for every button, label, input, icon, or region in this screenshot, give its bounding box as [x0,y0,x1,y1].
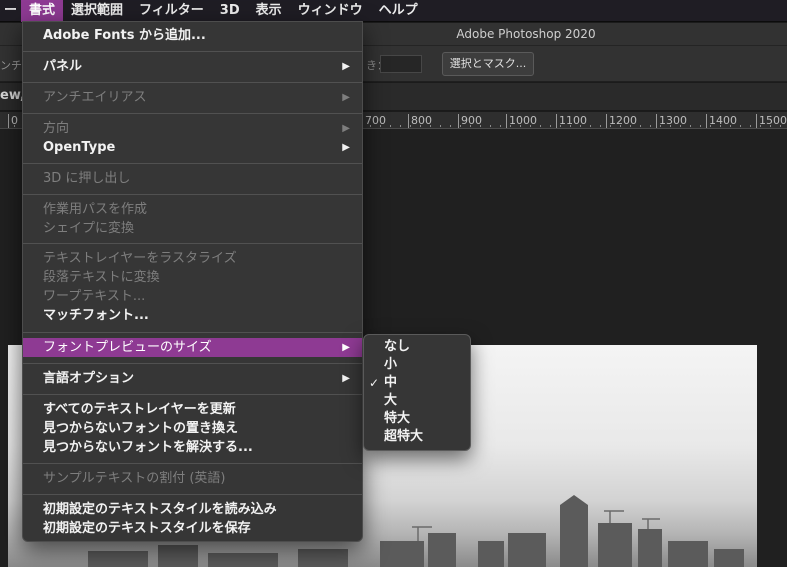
menu-item-resolve-missing-fonts[interactable]: 見つからないフォントを解決する... [23,438,362,457]
submenu-item-huge[interactable]: 超特大 [364,428,470,446]
menubar-item-type[interactable]: 書式 [21,0,64,22]
ruler-tick: 0 [8,114,18,128]
menu-item-label: 段落テキストに変換 [43,270,160,285]
menu-item-warp-text: ワープテキスト... [23,287,362,306]
menu-item-label: ワープテキスト... [43,289,146,304]
menu-separator [23,51,362,52]
ruler-tick: 1300 [656,114,687,128]
options-value-input[interactable] [380,55,422,73]
menu-separator [23,394,362,395]
submenu-item-extra-large[interactable]: 特大 [364,410,470,428]
menu-item-opentype[interactable]: OpenType ▶ [23,138,362,157]
screen: ー 書式 選択範囲 フィルター 3D 表示 ウィンドウ ヘルプ Adobe Ph… [0,0,787,567]
menu-item-save-default-type-styles[interactable]: 初期設定のテキストスタイルを保存 [23,519,362,538]
menu-item-load-default-type-styles[interactable]: 初期設定のテキストスタイルを読み込み [23,500,362,519]
menu-bar: ー 書式 選択範囲 フィルター 3D 表示 ウィンドウ ヘルプ [0,0,787,22]
submenu-arrow-icon: ▶ [342,92,350,103]
menu-item-label: 初期設定のテキストスタイルを読み込み [43,502,277,517]
menu-item-convert-to-shape: シェイプに変換 [23,219,362,238]
submenu-item-none[interactable]: なし [364,338,470,356]
menu-separator [23,82,362,83]
ruler-tick: 800 [408,114,432,128]
menu-separator [23,113,362,114]
menu-item-label: マッチフォント... [43,308,149,323]
submenu-item-small[interactable]: 小 [364,356,470,374]
menu-item-label: 3D に押し出し [43,171,131,186]
submenu-arrow-icon: ▶ [342,61,350,72]
menu-item-match-font[interactable]: マッチフォント... [23,306,362,325]
menu-item-convert-to-paragraph-text: 段落テキストに変換 [23,268,362,287]
ruler-tick: 1200 [606,114,637,128]
menu-item-label: Adobe Fonts から追加... [43,28,206,43]
menubar-item-select[interactable]: 選択範囲 [63,0,131,22]
menu-item-label: サンプルテキストの割付 (英語) [43,471,226,486]
menu-item-label: OpenType [43,140,116,155]
menu-item-label: フォントプレビューのサイズ [43,340,212,355]
menu-separator [23,363,362,364]
menu-separator [23,494,362,495]
menu-item-create-work-path: 作業用パスを作成 [23,200,362,219]
menubar-item-view[interactable]: 表示 [248,0,290,22]
submenu-item-label: 超特大 [384,429,424,444]
menu-item-label: テキストレイヤーをラスタライズ [43,251,237,266]
menu-item-font-preview-size[interactable]: フォントプレビューのサイズ ▶ [23,338,362,357]
menu-item-add-adobe-fonts[interactable]: Adobe Fonts から追加... [23,26,362,45]
menu-item-panels[interactable]: パネル ▶ [23,57,362,76]
ruler-tick: 700 [362,114,386,128]
menu-item-label: シェイプに変換 [43,221,135,236]
submenu-arrow-icon: ▶ [342,142,350,153]
submenu-arrow-icon: ▶ [342,373,350,384]
menubar-item-filter[interactable]: フィルター [131,0,212,22]
ruler-tick: 900 [458,114,482,128]
font-preview-size-submenu: なし 小 ✓ 中 大 特大 超特大 [363,334,471,451]
menu-item-label: 言語オプション [43,371,135,386]
ruler-tick: 1400 [706,114,737,128]
checkmark-icon: ✓ [369,376,380,390]
ruler-tick: 1100 [556,114,587,128]
menubar-item-help[interactable]: ヘルプ [371,0,426,22]
menu-item-language-options[interactable]: 言語オプション ▶ [23,369,362,388]
menu-separator [23,163,362,164]
ruler-tick: 1000 [506,114,537,128]
type-menu: Adobe Fonts から追加... パネル ▶ アンチエイリアス ▶ 方向 … [22,21,363,542]
menu-item-label: 初期設定のテキストスタイルを保存 [43,521,251,536]
menu-item-label: 見つからないフォントの置き換え [43,421,239,436]
submenu-arrow-icon: ▶ [342,123,350,134]
menu-item-replace-missing-fonts[interactable]: 見つからないフォントの置き換え [23,419,362,438]
submenu-item-label: 大 [384,393,398,408]
menu-item-label: 作業用パスを作成 [43,202,148,217]
submenu-item-label: 特大 [384,411,411,426]
select-and-mask-button[interactable]: 選択とマスク... [442,52,534,76]
submenu-item-label: なし [384,339,411,354]
ruler-tick: 1500 [756,114,787,128]
menu-item-rasterize-type-layer: テキストレイヤーをラスタライズ [23,249,362,268]
menu-item-update-all-text-layers[interactable]: すべてのテキストレイヤーを更新 [23,400,362,419]
menubar-item-previous[interactable]: ー [0,0,21,22]
submenu-item-large[interactable]: 大 [364,392,470,410]
submenu-item-label: 中 [384,375,398,390]
menu-item-label: アンチエイリアス [43,90,147,105]
menu-item-label: 見つからないフォントを解決する... [43,440,253,455]
menubar-item-3d[interactable]: 3D [212,0,248,22]
options-bar-label: ンチ [0,59,22,72]
menu-separator [23,194,362,195]
menu-separator [23,243,362,244]
submenu-arrow-icon: ▶ [342,342,350,353]
menu-item-anti-alias: アンチエイリアス ▶ [23,88,362,107]
menu-separator [23,332,362,333]
menubar-item-window[interactable]: ウィンドウ [290,0,371,22]
submenu-item-label: 小 [384,357,398,372]
menu-item-paste-lorem-ipsum: サンプルテキストの割付 (英語) [23,469,362,488]
menu-item-orientation: 方向 ▶ [23,119,362,138]
menu-item-label: すべてのテキストレイヤーを更新 [43,402,236,417]
menu-item-label: パネル [43,59,83,74]
menu-item-label: 方向 [43,121,70,136]
menu-separator [23,463,362,464]
submenu-item-medium[interactable]: ✓ 中 [364,374,470,392]
menu-item-extrude-3d: 3D に押し出し [23,169,362,188]
